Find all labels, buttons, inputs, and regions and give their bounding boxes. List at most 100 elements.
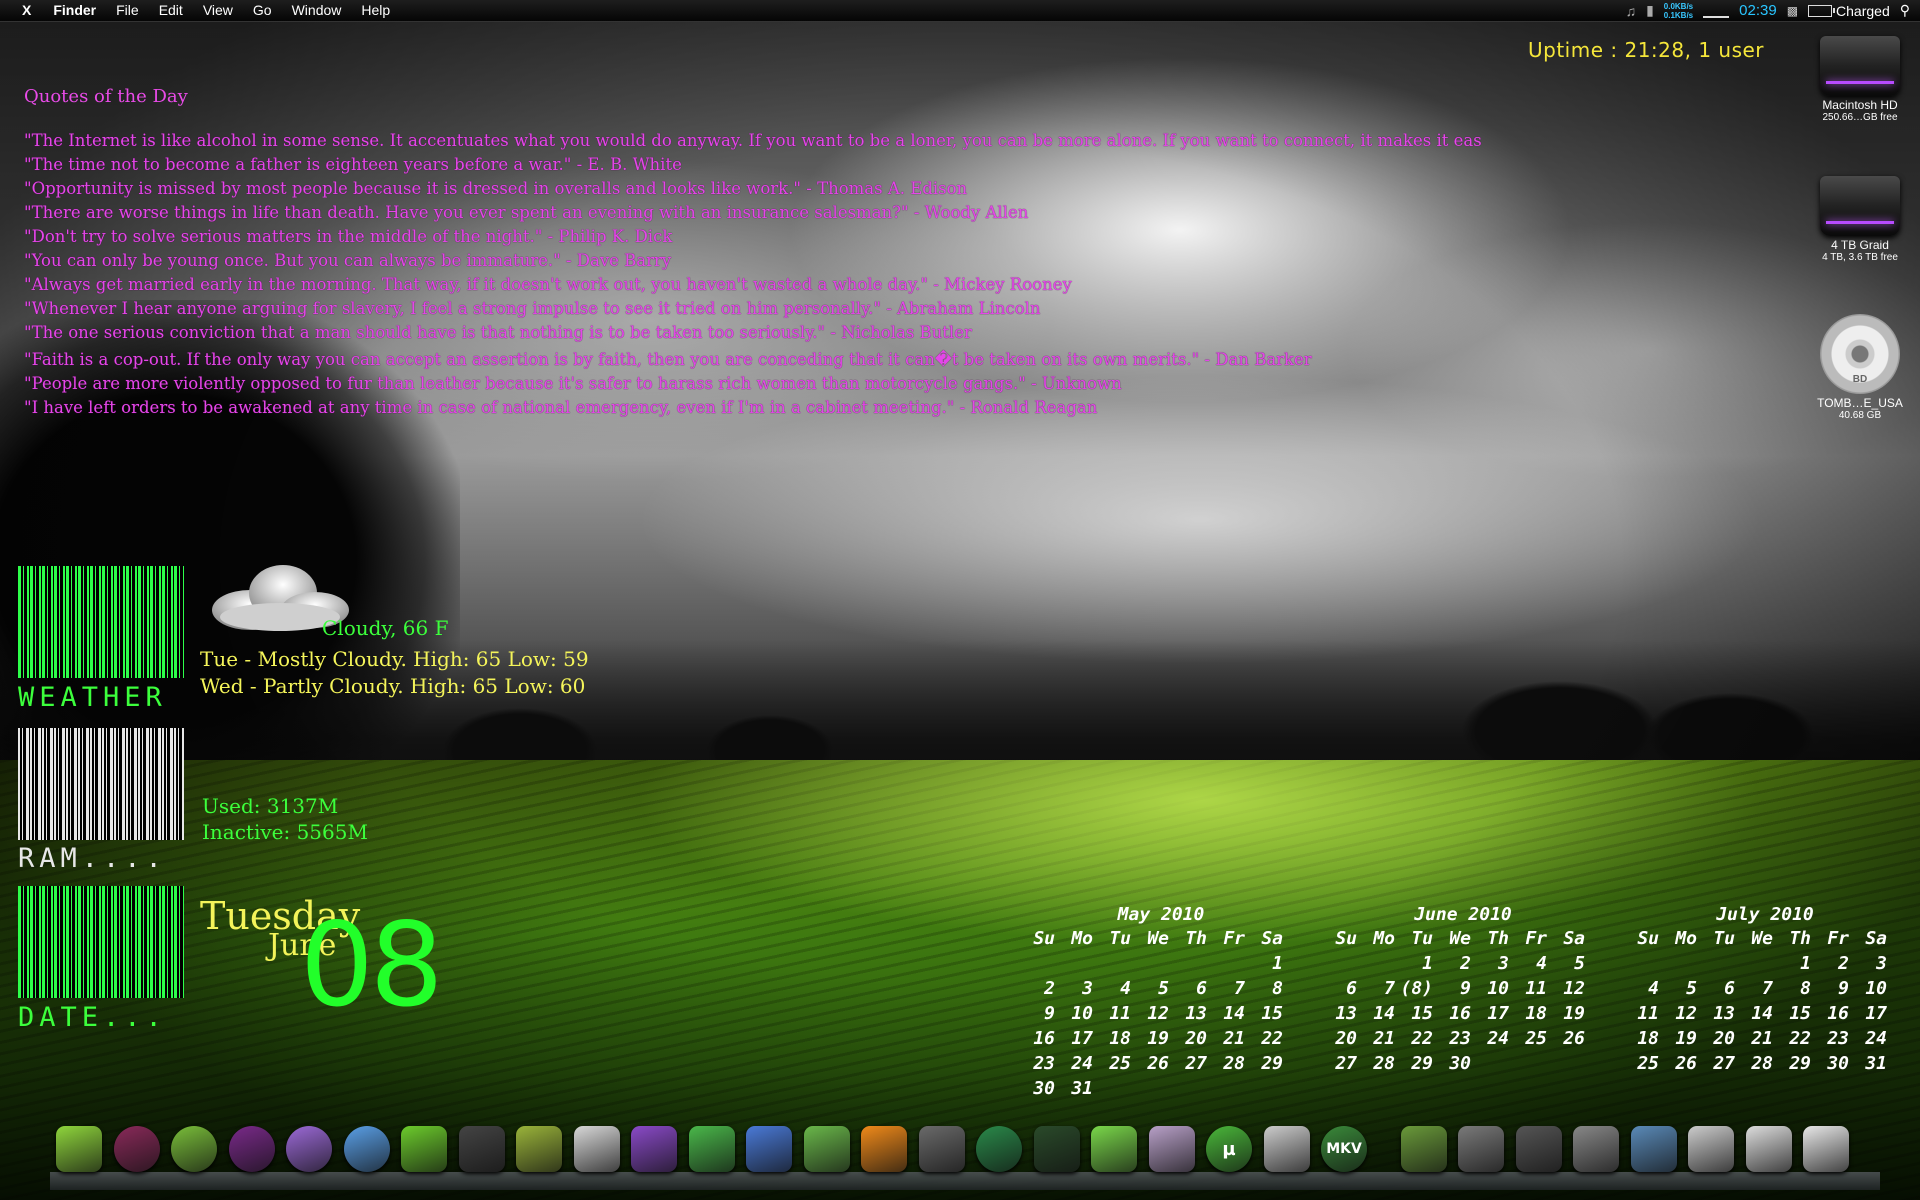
weekday-label: Mo — [1675, 928, 1697, 949]
calendar-day: 7 — [1762, 978, 1773, 999]
folder-icon-4[interactable] — [1573, 1126, 1619, 1172]
cpu-meter-icon[interactable] — [1703, 4, 1730, 18]
menu-clock[interactable]: 02:39 — [1739, 2, 1777, 19]
photos-icon[interactable] — [1630, 1126, 1677, 1172]
calendar-day — [1020, 953, 1058, 978]
utorrent-icon[interactable]: µ — [1206, 1126, 1252, 1172]
calendar-weekday-header: Su Mo Tu We Th Fr Sa — [1322, 928, 1604, 953]
safari-icon[interactable] — [286, 1126, 332, 1172]
calendar-day: 15 — [1261, 1003, 1283, 1024]
firefox-icon[interactable] — [228, 1126, 275, 1172]
itunes-icon[interactable] — [343, 1126, 390, 1172]
calendar-day: 29 — [1411, 1053, 1433, 1074]
textedit-icon[interactable] — [573, 1126, 620, 1172]
mkv-icon[interactable]: MKV — [1321, 1126, 1367, 1172]
calendar-day: 28 — [1373, 1053, 1395, 1074]
weekday-label: Mo — [1071, 928, 1093, 949]
calendar-week: 20 21 22 23 24 25 26 — [1322, 1028, 1604, 1053]
calendar-week: 1 2 3 — [1624, 953, 1906, 978]
weekday-label: Fr — [1223, 928, 1245, 949]
drive-bluray-disc[interactable]: BD TOMB…E_USA 40.68 GB — [1808, 314, 1912, 421]
calendar-day: 13 — [1185, 1003, 1207, 1024]
dvd-icon[interactable] — [918, 1126, 965, 1172]
calendar-day — [1210, 953, 1248, 978]
calendar-day: 20 — [1335, 1028, 1357, 1049]
adium-icon[interactable] — [401, 1126, 447, 1172]
system-prefs-icon[interactable] — [1148, 1126, 1195, 1172]
calendar-title: June 2010 — [1414, 904, 1512, 925]
battery-status[interactable]: Charged — [1808, 3, 1890, 19]
app-icon-2[interactable] — [113, 1126, 160, 1172]
calendar-weekday-header: Su Mo Tu We Th Fr Sa — [1020, 928, 1302, 953]
terminal-menu-icon[interactable]: ▮ — [1646, 2, 1654, 19]
quote-line: "I have left orders to be awakened at an… — [24, 398, 1098, 417]
calendar-day: 28 — [1223, 1053, 1245, 1074]
apple-menu[interactable]: X — [0, 0, 43, 21]
calendar-day: 14 — [1751, 1003, 1773, 1024]
network-monitor[interactable]: 0.0KB/s 0.1KB/s — [1664, 2, 1693, 20]
quote-line: "Don't try to solve serious matters in t… — [24, 227, 673, 246]
calendar-day: 20 — [1713, 1028, 1735, 1049]
document-stack-icon[interactable] — [1688, 1126, 1734, 1172]
calendar-day: 25 — [1109, 1053, 1131, 1074]
ram-used: Used: 3137M — [202, 794, 339, 818]
calendar-day: 4 — [1536, 953, 1547, 974]
calendar-day: 21 — [1373, 1028, 1395, 1049]
menu-view[interactable]: View — [193, 0, 243, 21]
calendar-day — [1738, 953, 1776, 978]
headphones-icon[interactable] — [458, 1126, 505, 1172]
calendar-day: 18 — [1637, 1028, 1659, 1049]
chrome-icon[interactable] — [171, 1126, 217, 1172]
drive-name: Macintosh HD — [1822, 98, 1898, 112]
calendar-day: 8 — [1272, 978, 1283, 999]
terminal-icon[interactable] — [1033, 1126, 1080, 1172]
drive-info: 4 TB, 3.6 TB free — [1822, 252, 1898, 263]
bird-icon[interactable] — [746, 1126, 792, 1172]
spotlight-search-icon[interactable]: ⚲ — [1900, 2, 1910, 19]
weekday-label: Tu — [1411, 928, 1433, 949]
preview-icon[interactable] — [516, 1126, 562, 1172]
screenshot-icon[interactable] — [1745, 1126, 1792, 1172]
calendar-day: 16 — [1449, 1003, 1471, 1024]
app-icon-1[interactable] — [56, 1126, 102, 1172]
calendar-day: 15 — [1411, 1003, 1433, 1024]
paper-icon[interactable] — [803, 1126, 850, 1172]
menu-window[interactable]: Window — [282, 0, 352, 21]
quote-line: "The one serious conviction that a man s… — [24, 323, 972, 342]
weather-barcode — [18, 566, 184, 678]
dashboard-icon[interactable]: ♫ — [1626, 3, 1637, 19]
folder-icon-1[interactable] — [1400, 1126, 1447, 1172]
menu-file[interactable]: File — [106, 0, 149, 21]
document-icon[interactable] — [1263, 1126, 1310, 1172]
drive-macintosh-hd[interactable]: Macintosh HD 250.66…GB free — [1808, 36, 1912, 123]
calendar-day: 9 — [1460, 978, 1471, 999]
menu-go[interactable]: Go — [243, 0, 282, 21]
calendar-weekday-header: Su Mo Tu We Th Fr Sa — [1624, 928, 1906, 953]
calendar-day — [1096, 1078, 1134, 1103]
notes-icon[interactable] — [1091, 1126, 1137, 1172]
time-machine-icon[interactable] — [976, 1126, 1022, 1172]
trash-icon[interactable] — [1803, 1126, 1849, 1172]
calendar-day: 21 — [1751, 1028, 1773, 1049]
calendar-day: 3 — [1498, 953, 1509, 974]
calendar-week: 2 3 4 5 6 7 8 — [1020, 978, 1302, 1003]
address-book-icon[interactable] — [688, 1126, 735, 1172]
calendar-day: 2 — [1838, 953, 1849, 974]
folder-icon-2[interactable] — [1458, 1126, 1504, 1172]
calendar-day: 28 — [1751, 1053, 1773, 1074]
calendar-day: 13 — [1713, 1003, 1735, 1024]
calendar-menu-icon[interactable]: ▩ — [1787, 4, 1798, 18]
menu-help[interactable]: Help — [351, 0, 400, 21]
drive-name: TOMB…E_USA — [1817, 396, 1903, 410]
weekday-label: Sa — [1865, 928, 1887, 949]
folder-icon-3[interactable] — [1515, 1126, 1562, 1172]
calendar-day: 18 — [1109, 1028, 1131, 1049]
calendar-week: 1 — [1020, 953, 1302, 978]
calendar-day — [1512, 1053, 1550, 1078]
stamp-icon[interactable] — [631, 1126, 677, 1172]
menu-edit[interactable]: Edit — [149, 0, 193, 21]
app-menu-finder[interactable]: Finder — [43, 0, 106, 21]
drive-4tb-graid[interactable]: 4 TB Graid 4 TB, 3.6 TB free — [1808, 176, 1912, 263]
vlc-icon[interactable] — [861, 1126, 907, 1172]
calendar-day: 4 — [1648, 978, 1659, 999]
